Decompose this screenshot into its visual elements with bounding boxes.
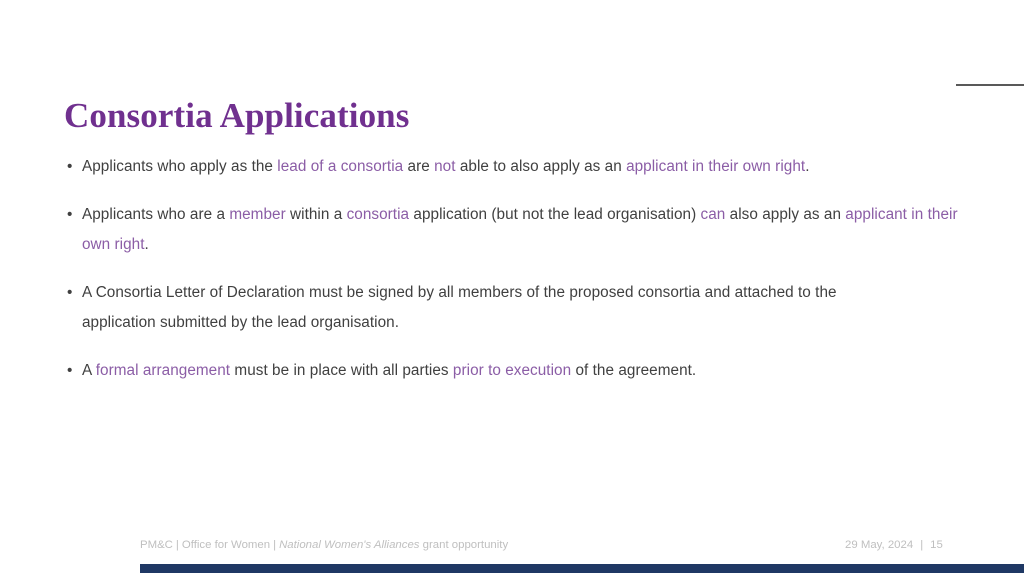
bullet-segment: A <box>82 362 96 379</box>
top-right-rule-decoration <box>956 84 1024 86</box>
list-item: • Applicants who are a member within a co… <box>64 200 977 260</box>
bullet-segment-highlight: can <box>700 206 726 223</box>
bullet-marker-icon: • <box>67 206 73 223</box>
bullet-segment: of the agreement. <box>571 362 697 379</box>
list-item: • A Consortia Letter of Declaration must … <box>64 278 912 338</box>
bullet-marker-icon: • <box>67 158 73 175</box>
bullet-segment-highlight: member <box>229 206 286 223</box>
bullet-segment: are <box>403 158 435 175</box>
bullet-segment: able to also apply as an <box>455 158 627 175</box>
bullet-list: • Applicants who apply as the lead of a c… <box>64 152 964 386</box>
footer-date: 29 May, 2024 <box>845 539 914 551</box>
bullet-segment: must be in place with all parties <box>230 362 453 379</box>
footer-department: Office for Women <box>181 539 271 551</box>
bullet-segment-highlight: not <box>434 158 456 175</box>
footer-meta: 29 May, 2024 | 15 <box>845 537 943 553</box>
bullet-segment: A Consortia Letter of Declaration must b… <box>82 284 837 331</box>
footer-separator: | <box>175 539 179 551</box>
bullet-segment-highlight: formal arrangement <box>95 362 231 379</box>
footer-program-name: National Women's Alliances <box>279 539 420 551</box>
bullet-segment: application (but not the lead organisati… <box>409 206 701 223</box>
bullet-segment: . <box>805 158 810 175</box>
bullet-segment: . <box>144 236 149 253</box>
bullet-marker-icon: • <box>67 362 73 379</box>
bullet-segment: within a <box>285 206 347 223</box>
footer-separator: | <box>920 539 924 551</box>
footer-org: PM&C <box>140 539 173 551</box>
footer-program-suffix: grant opportunity <box>419 539 509 551</box>
list-item: • Applicants who apply as the lead of a c… <box>64 152 964 182</box>
bullet-segment-highlight: applicant in their own right <box>626 158 806 175</box>
bullet-segment-highlight: consortia <box>346 206 410 223</box>
footer-separator: | <box>273 539 277 551</box>
bullet-segment: also apply as an <box>725 206 846 223</box>
list-item: • A formal arrangement must be in place w… <box>64 356 964 386</box>
footer-attribution: PM&C | Office for Women | National Women's A… <box>140 537 508 553</box>
bullet-segment: Applicants who apply as the <box>82 158 278 175</box>
page-title: Consortia Applications <box>64 96 410 136</box>
bullet-segment: Applicants who are a <box>82 206 230 223</box>
bullet-segment-highlight: lead of a consortia <box>277 158 404 175</box>
bullet-segment-highlight: prior to execution <box>452 362 572 379</box>
bottom-accent-bar <box>140 564 1024 573</box>
slide-canvas: Consortia Applications • Applicants who a… <box>0 0 1024 576</box>
footer-page-number: 15 <box>930 539 943 551</box>
bullet-marker-icon: • <box>67 284 73 301</box>
